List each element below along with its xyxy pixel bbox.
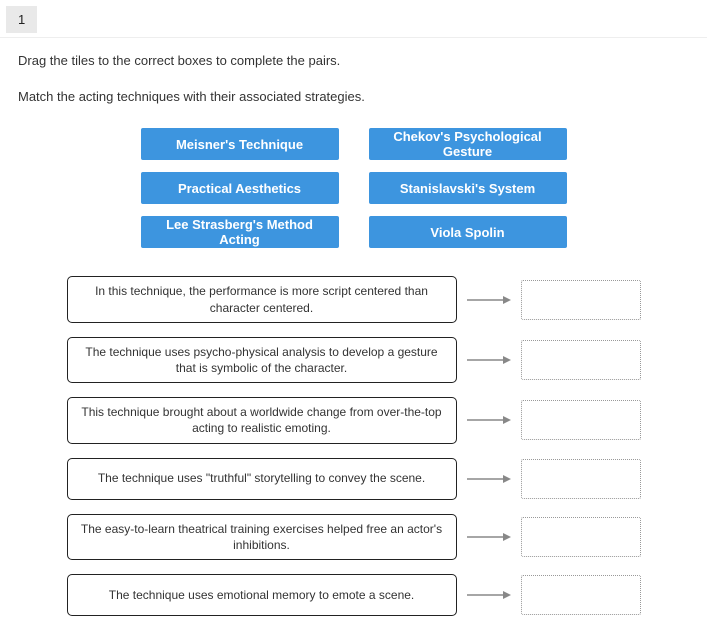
header-divider [0,37,707,38]
draggable-tile[interactable]: Stanislavski's System [369,172,567,204]
description-box: The technique uses "truthful" storytelli… [67,458,457,500]
match-row: In this technique, the performance is mo… [67,276,641,322]
question-number-badge: 1 [6,6,37,33]
drop-target[interactable] [521,459,641,499]
arrow-right-icon [467,354,511,366]
description-box: The technique uses emotional memory to e… [67,574,457,616]
arrow-right-icon [467,294,511,306]
instructions-block: Drag the tiles to the correct boxes to c… [0,52,707,106]
tile-row: Lee Strasberg's Method Acting Viola Spol… [141,216,567,248]
draggable-tile[interactable]: Practical Aesthetics [141,172,339,204]
match-row: The easy-to-learn theatrical training ex… [67,514,641,560]
arrow-right-icon [467,473,511,485]
description-box: In this technique, the performance is mo… [67,276,457,322]
drop-target[interactable] [521,340,641,380]
match-row: The technique uses emotional memory to e… [67,574,641,616]
description-box: This technique brought about a worldwide… [67,397,457,443]
drop-target[interactable] [521,575,641,615]
match-row: This technique brought about a worldwide… [67,397,641,443]
arrow-right-icon [467,531,511,543]
instruction-secondary: Match the acting techniques with their a… [18,88,689,106]
draggable-tile[interactable]: Lee Strasberg's Method Acting [141,216,339,248]
arrow-right-icon [467,414,511,426]
match-row: The technique uses "truthful" storytelli… [67,458,641,500]
tile-row: Practical Aesthetics Stanislavski's Syst… [141,172,567,204]
tile-row: Meisner's Technique Chekov's Psychologic… [141,128,567,160]
draggable-tile[interactable]: Meisner's Technique [141,128,339,160]
tile-bank: Meisner's Technique Chekov's Psychologic… [0,128,707,248]
drop-target[interactable] [521,517,641,557]
drop-target[interactable] [521,280,641,320]
draggable-tile[interactable]: Viola Spolin [369,216,567,248]
arrow-right-icon [467,589,511,601]
match-list: In this technique, the performance is mo… [0,276,707,636]
instruction-primary: Drag the tiles to the correct boxes to c… [18,52,689,70]
match-row: The technique uses psycho-physical analy… [67,337,641,383]
draggable-tile[interactable]: Chekov's Psychological Gesture [369,128,567,160]
description-box: The technique uses psycho-physical analy… [67,337,457,383]
question-header: 1 [0,0,707,37]
description-box: The easy-to-learn theatrical training ex… [67,514,457,560]
drop-target[interactable] [521,400,641,440]
